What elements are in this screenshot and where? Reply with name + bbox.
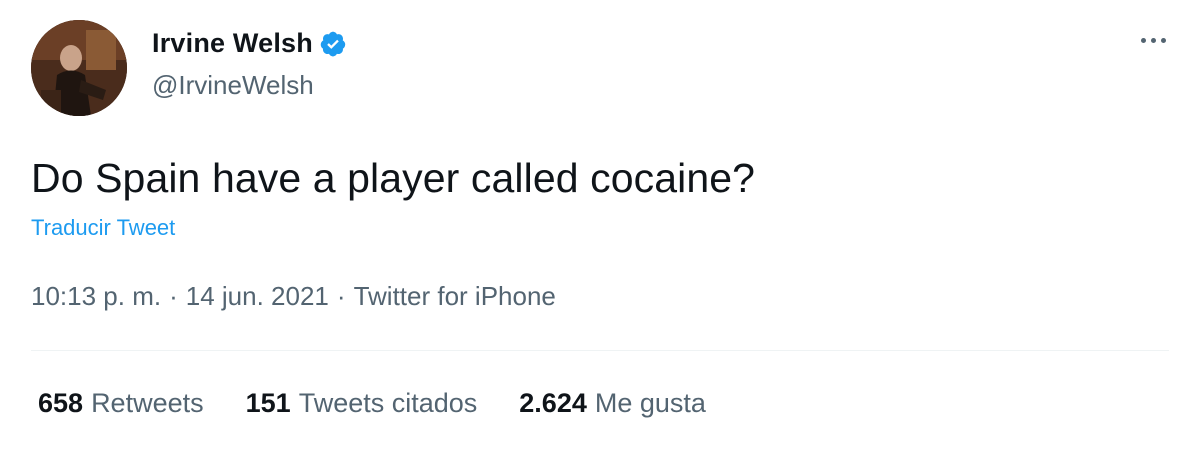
- stat-count: 151: [245, 388, 291, 418]
- tweet-text: Do Spain have a player called cocaine?: [31, 155, 756, 201]
- stat-quote-tweets[interactable]: 151 Tweets citados: [246, 388, 478, 419]
- avatar[interactable]: [31, 20, 127, 116]
- stat-count: 658: [38, 388, 84, 418]
- tweet-date[interactable]: 14 jun. 2021: [186, 281, 329, 312]
- meta-separator: ·: [169, 281, 178, 311]
- author-name-row: Irvine Welsh: [152, 28, 347, 59]
- translate-tweet-link[interactable]: Traducir Tweet: [31, 215, 175, 241]
- meta-separator: ·: [336, 281, 346, 311]
- tweet-time[interactable]: 10:13 p. m.: [31, 281, 161, 312]
- stat-label: Retweets: [91, 388, 204, 418]
- stat-label: Me gusta: [594, 388, 706, 418]
- tweet-source[interactable]: Twitter for iPhone: [354, 281, 556, 312]
- stat-likes[interactable]: 2.624 Me gusta: [519, 388, 706, 419]
- author-handle[interactable]: @IrvineWelsh: [152, 70, 314, 101]
- stat-retweets[interactable]: 658 Retweets: [38, 388, 204, 419]
- author-display-name[interactable]: Irvine Welsh: [152, 28, 313, 59]
- tweet-stats: 658 Retweets 151 Tweets citados 2.624 Me…: [38, 388, 706, 419]
- divider: [31, 350, 1169, 351]
- stat-count: 2.624: [519, 388, 587, 418]
- verified-badge-icon: [319, 30, 347, 58]
- ellipsis-icon[interactable]: [1141, 38, 1166, 43]
- stat-label: Tweets citados: [298, 388, 478, 418]
- tweet-card: Irvine Welsh @IrvineWelsh Do Spain have …: [0, 0, 1200, 454]
- profile-photo-icon: [31, 20, 127, 116]
- tweet-meta: 10:13 p. m. · 14 jun. 2021 · Twitter for…: [31, 281, 556, 312]
